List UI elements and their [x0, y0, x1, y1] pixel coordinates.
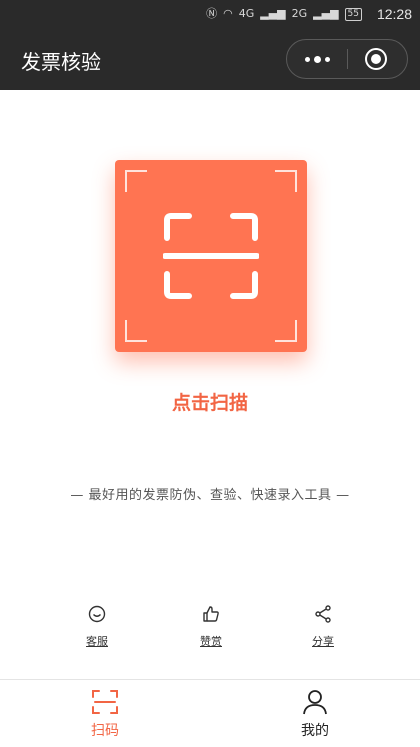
- scan-icon: [92, 690, 118, 714]
- user-icon: [303, 690, 327, 715]
- action-label: 客服: [86, 635, 108, 648]
- capsule-divider: [347, 49, 348, 69]
- more-dot-icon: [324, 56, 330, 62]
- scan-label[interactable]: 点击扫描: [0, 388, 420, 415]
- wifi-icon: ◠: [223, 7, 233, 20]
- share-icon: [315, 605, 331, 623]
- mini-program-capsule: [286, 39, 408, 79]
- action-label: 分享: [312, 635, 334, 648]
- chat-icon: [88, 605, 106, 623]
- tab-mine[interactable]: 我的: [265, 688, 365, 740]
- page-title: 发票核验: [21, 50, 101, 74]
- action-label: 赞赏: [200, 635, 222, 648]
- network-type-2: 2G: [291, 7, 308, 20]
- navigation-bar: 发票核验: [0, 28, 420, 90]
- corner-mark: [125, 170, 147, 192]
- signal-icon: ▂▄▆: [260, 7, 286, 20]
- scan-frame-icon: [163, 213, 259, 299]
- corner-mark: [125, 320, 147, 342]
- close-miniprogram-button[interactable]: [365, 48, 387, 70]
- signal-icon-2: ▂▄▆: [313, 7, 339, 20]
- network-type: 4G: [238, 7, 255, 20]
- scan-button[interactable]: [115, 160, 307, 352]
- tab-label: 扫码: [91, 723, 119, 739]
- tab-label: 我的: [301, 723, 329, 739]
- battery-icon: 55: [344, 7, 362, 21]
- tab-scan[interactable]: 扫码: [55, 688, 155, 740]
- customer-service-button[interactable]: 客服: [67, 604, 127, 649]
- tab-bar: 扫码 我的: [0, 679, 420, 747]
- more-button[interactable]: [287, 40, 347, 78]
- appreciate-button[interactable]: 赞赏: [181, 604, 241, 649]
- status-time: 12:28: [376, 6, 412, 22]
- action-row: 客服 赞赏 分享: [0, 604, 420, 652]
- thumbs-up-icon: [203, 606, 219, 622]
- tagline: — 最好用的发票防伪、查验、快速录入工具 —: [70, 488, 350, 503]
- status-bar: Ⓝ ◠ 4G ▂▄▆ 2G ▂▄▆ 55 12:28: [0, 0, 420, 28]
- share-button[interactable]: 分享: [293, 604, 353, 649]
- status-icons: Ⓝ ◠ 4G ▂▄▆ 2G ▂▄▆ 55: [206, 7, 362, 21]
- corner-mark: [275, 320, 297, 342]
- corner-mark: [275, 170, 297, 192]
- nfc-icon: Ⓝ: [206, 7, 218, 20]
- more-dot-icon: [313, 55, 321, 63]
- more-dot-icon: [304, 56, 310, 62]
